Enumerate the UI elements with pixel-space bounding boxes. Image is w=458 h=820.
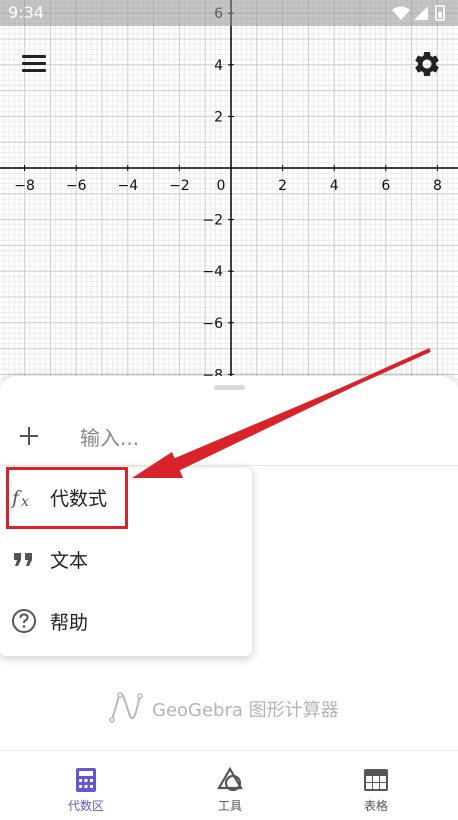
fx-icon: f x: [10, 487, 29, 510]
y-tick-label: −4: [202, 264, 223, 280]
nav-item-algebra[interactable]: 代数区: [10, 751, 162, 820]
y-tick-label: 2: [214, 109, 223, 125]
x-tick-label: −2: [169, 178, 190, 194]
nav-label: 工具: [217, 799, 242, 813]
hamburger-menu-icon[interactable]: [20, 50, 50, 76]
menu-item-label: 代数式: [50, 488, 108, 510]
svg-text:x: x: [21, 494, 29, 510]
menu-item-label: 文本: [50, 550, 89, 572]
status-icons: [392, 5, 445, 21]
table-icon: [364, 769, 388, 791]
x-tick-label: −4: [117, 178, 138, 194]
graphing-canvas[interactable]: −8−6−4−202468642−2−4−6−8: [0, 0, 458, 380]
help-circle-icon: [12, 609, 36, 633]
y-tick-label: −2: [202, 213, 223, 229]
menu-item-expression[interactable]: f x 代数式: [0, 468, 252, 528]
menu-item-label: 帮助: [50, 612, 89, 634]
calculator-icon: [76, 768, 96, 792]
status-time: 9:34: [8, 3, 44, 22]
x-tick-label: 4: [330, 178, 339, 194]
nav-item-tools[interactable]: 工具: [154, 751, 306, 820]
branding-label: GeoGebra 图形计算器: [152, 700, 339, 721]
nav-label: 代数区: [67, 799, 104, 813]
algebra-input-field[interactable]: 输入...: [80, 422, 139, 451]
gear-icon[interactable]: [412, 49, 442, 79]
x-tick-label: 2: [278, 178, 287, 194]
menu-item-help[interactable]: 帮助: [0, 592, 252, 652]
quote-icon: [14, 553, 32, 566]
nav-item-table[interactable]: 表格: [300, 751, 452, 820]
signal-icon: [414, 6, 428, 20]
drag-handle[interactable]: [214, 385, 245, 390]
menu-item-text[interactable]: 文本: [0, 530, 252, 590]
bottom-navigation: 代数区 工具 表格: [0, 750, 458, 820]
x-tick-label: −8: [14, 178, 35, 194]
nav-label: 表格: [363, 799, 388, 813]
x-tick-label: 0: [217, 178, 226, 194]
y-tick-label: −6: [202, 316, 223, 332]
y-tick-label: 4: [214, 58, 223, 74]
x-tick-label: −6: [66, 178, 87, 194]
branding: GeoGebra 图形计算器: [108, 690, 368, 724]
coordinate-grid: −8−6−4−202468642−2−4−6−8: [0, 0, 458, 380]
wifi-icon: [392, 6, 410, 20]
add-item-popup-menu: f x 代数式 文本 帮助: [0, 468, 252, 656]
geogebra-logo-icon: [109, 692, 143, 723]
status-bar: 9:34: [0, 0, 458, 26]
x-tick-label: 6: [381, 178, 390, 194]
x-tick-label: 8: [433, 178, 442, 194]
plus-icon[interactable]: [16, 423, 42, 449]
tools-icon: [217, 766, 243, 792]
algebra-input-row[interactable]: 输入...: [0, 408, 458, 466]
